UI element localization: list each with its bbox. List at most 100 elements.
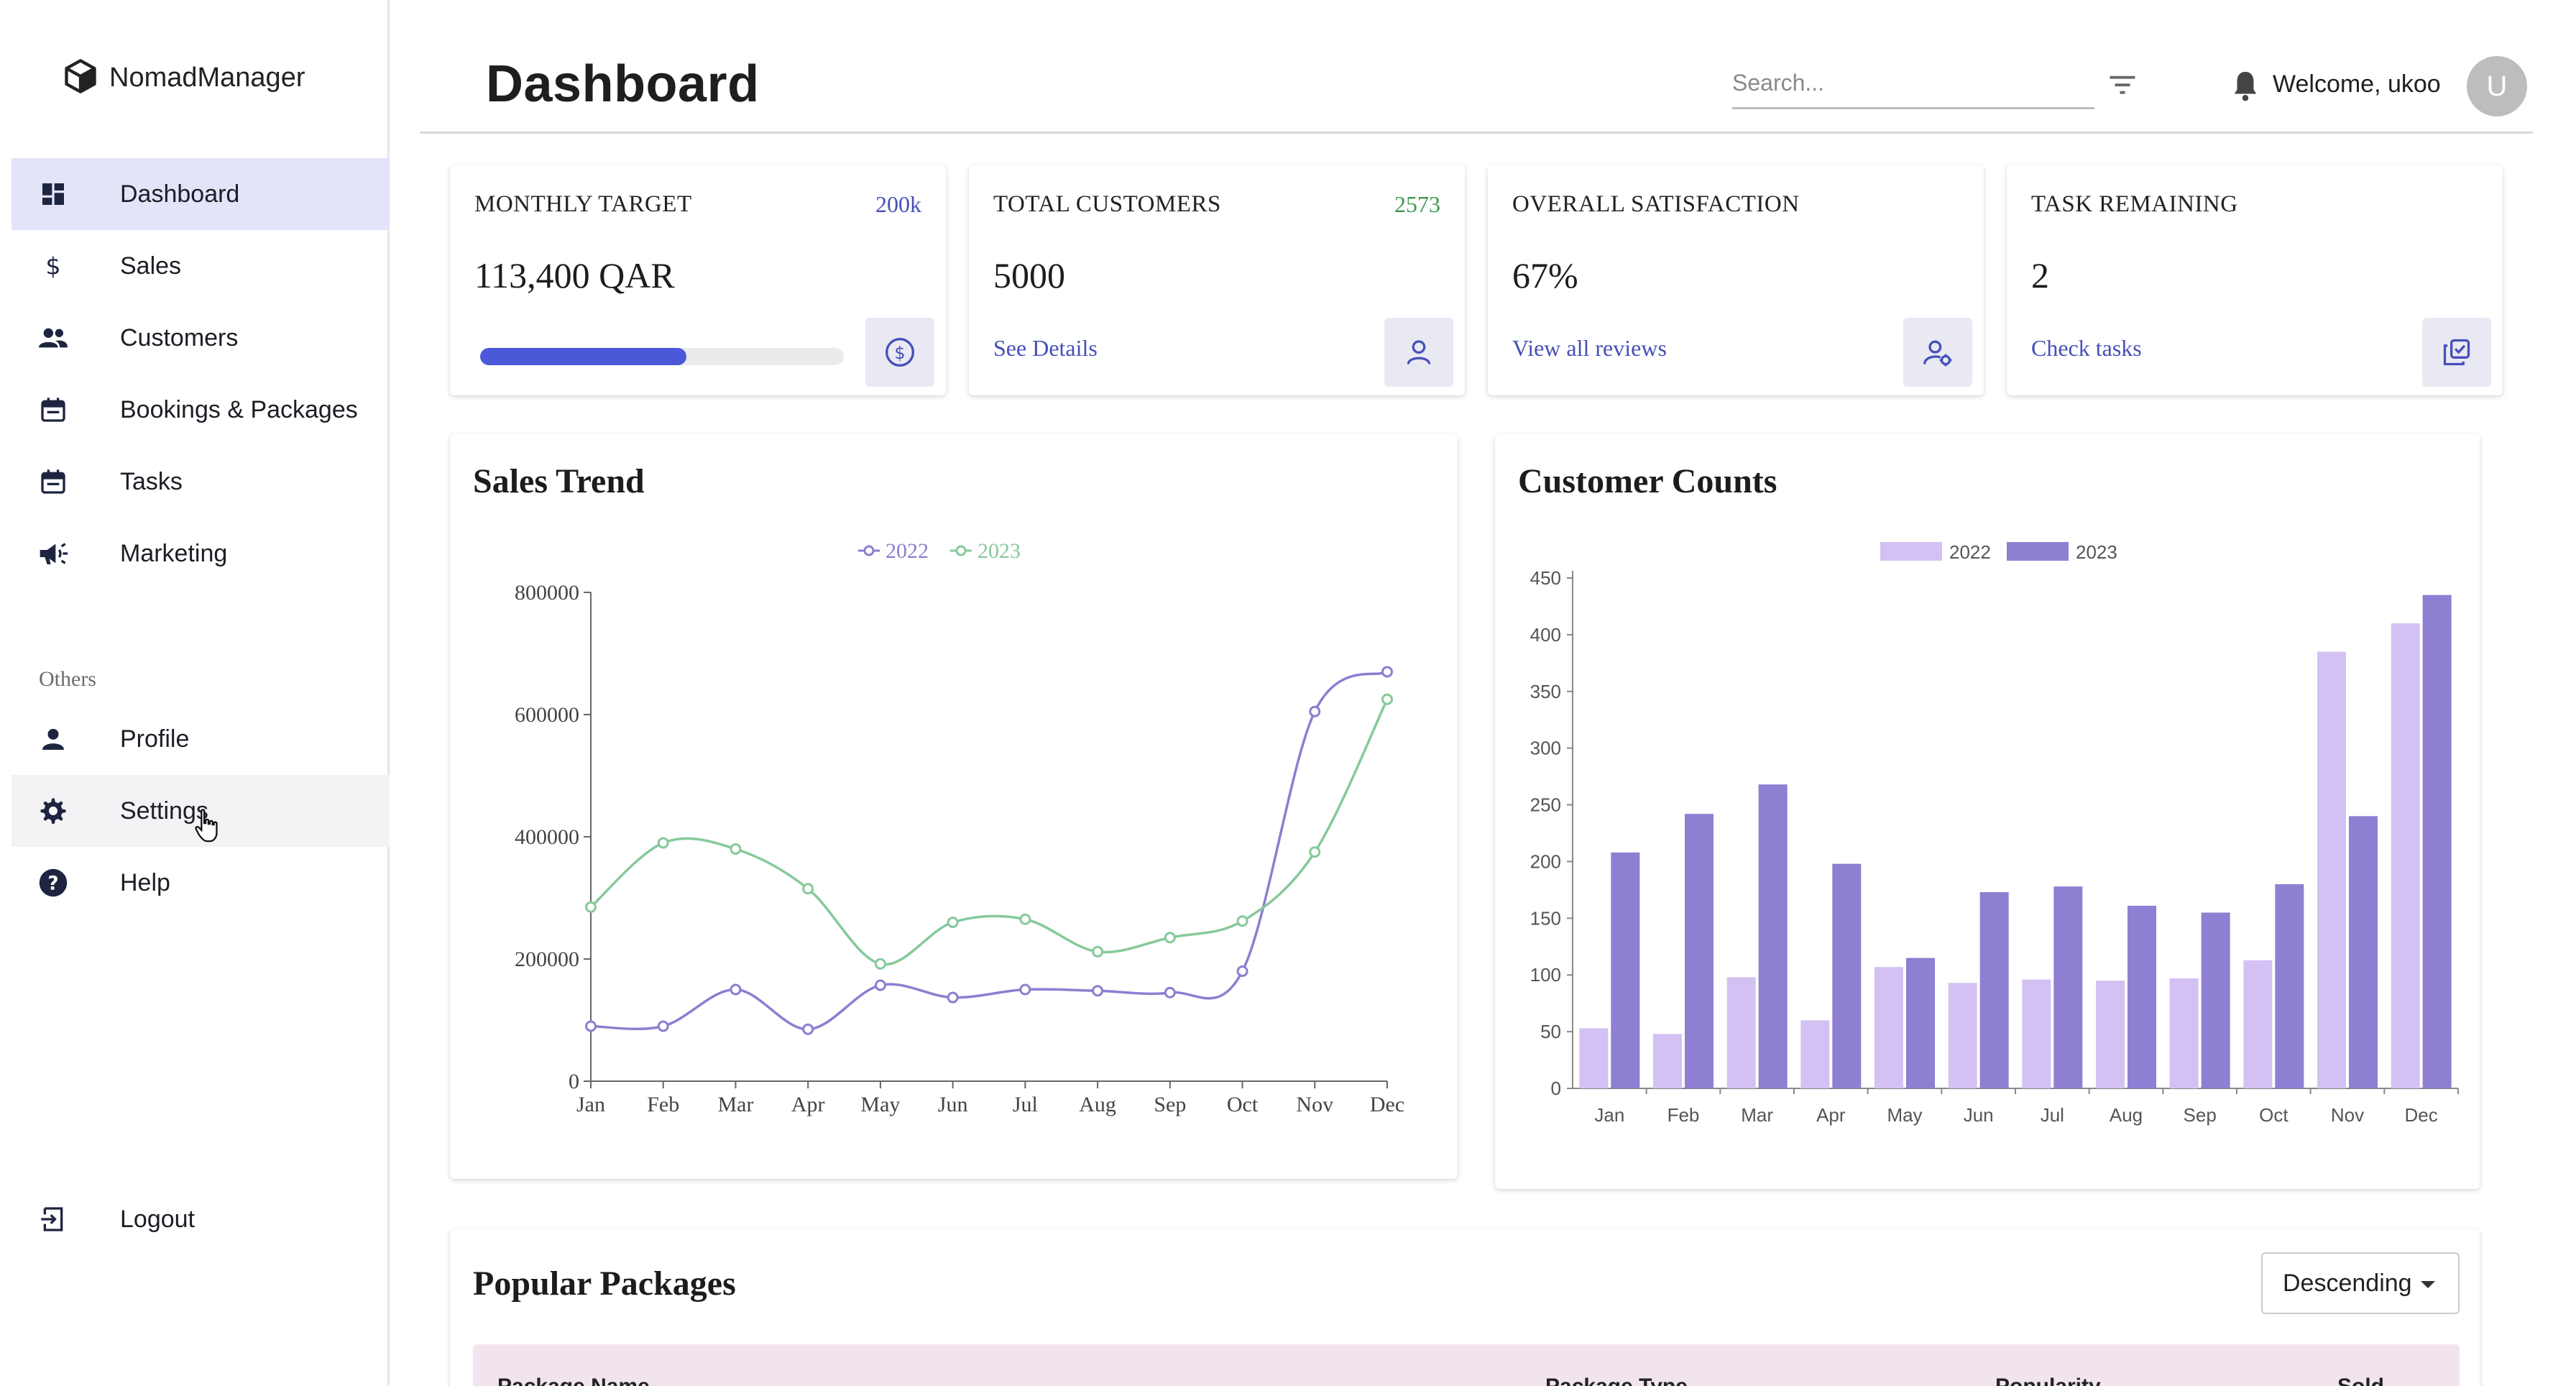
data-point-2022 — [730, 983, 742, 996]
bar-2022-Mar — [1726, 977, 1756, 1088]
sidebar-item-marketing[interactable]: Marketing — [12, 518, 390, 589]
people-icon — [37, 322, 69, 354]
legend-marker — [955, 545, 967, 556]
dashboard-icon — [37, 178, 69, 210]
avatar[interactable]: U — [2467, 56, 2527, 116]
kpi-title: TASK REMAINING — [2031, 191, 2238, 217]
series-line-2022 — [590, 670, 1388, 1031]
sales-button[interactable]: $ — [865, 318, 934, 387]
bar-2023-Feb — [1685, 814, 1714, 1088]
x-tick-label: Sep — [1154, 1093, 1186, 1116]
welcome-text: Welcome, ukoo — [2273, 70, 2441, 98]
kpi-title: OVERALL SATISFACTION — [1512, 191, 1800, 217]
packages-table-header: Package Name Package Type Popularity Sol… — [473, 1344, 2460, 1386]
legend-label: 2022 — [1949, 541, 1991, 563]
data-point-2023 — [657, 837, 669, 849]
y-tick-label: 300 — [1530, 738, 1561, 759]
bell-icon[interactable] — [2231, 69, 2260, 102]
bar-2022-Jun — [1948, 983, 1977, 1088]
data-point-2022 — [947, 991, 959, 1004]
page-title: Dashboard — [486, 55, 760, 113]
search-input[interactable] — [1732, 59, 2094, 109]
logout-icon — [37, 1203, 69, 1235]
bar-2023-Sep — [2201, 912, 2230, 1088]
sidebar-item-profile[interactable]: Profile — [12, 703, 390, 775]
sidebar-item-label: Profile — [120, 725, 190, 753]
data-point-2022 — [1019, 983, 1031, 996]
target-progress-bar — [480, 348, 844, 365]
data-point-2022 — [657, 1020, 669, 1032]
bar-2023-May — [1906, 958, 1935, 1088]
bar-2022-May — [1874, 967, 1903, 1088]
reviews-button[interactable] — [1903, 318, 1972, 387]
kpi-target-value: 200k — [875, 191, 921, 217]
bar-2022-Feb — [1653, 1034, 1682, 1088]
logout-button[interactable]: Logout — [12, 1183, 390, 1255]
sidebar-item-customers[interactable]: Customers — [12, 302, 390, 374]
bar-2022-Nov — [2317, 651, 2346, 1088]
section-label-others: Others — [39, 667, 96, 691]
y-tick-label: 150 — [1530, 907, 1561, 929]
see-details-link[interactable]: See Details — [993, 335, 1098, 362]
y-tick-label: 450 — [1530, 567, 1561, 589]
sidebar-item-label: Dashboard — [120, 180, 240, 208]
legend-label: 2023 — [978, 539, 1021, 563]
data-point-2022 — [874, 979, 886, 991]
sales-trend-chart: 0 200000 400000 600000 800000 Jan Feb Mar Apr May… — [515, 539, 1404, 1116]
view-all-reviews-link[interactable]: View all reviews — [1512, 335, 1667, 362]
brand-name: NomadManager — [109, 62, 305, 93]
x-tick-label: May — [1887, 1104, 1922, 1126]
x-tick-label: Sep — [2184, 1104, 2217, 1126]
bar-2022-Dec — [2391, 623, 2420, 1088]
data-point-2022 — [585, 1020, 597, 1032]
x-tick-label: Aug — [1079, 1093, 1116, 1116]
brand[interactable]: NomadManager — [62, 58, 305, 96]
y-tick-label: 350 — [1530, 681, 1561, 702]
x-tick-label: Jul — [1013, 1093, 1038, 1116]
legend-swatch — [2007, 542, 2069, 561]
column-header[interactable]: Sold — [2337, 1374, 2384, 1386]
data-point-2023 — [802, 883, 814, 895]
help-icon: ? — [37, 867, 69, 899]
y-tick-label: 0 — [569, 1070, 579, 1093]
x-tick-label: Dec — [2405, 1104, 2438, 1126]
x-tick-label: Jan — [576, 1093, 605, 1116]
sort-order-select[interactable]: Descending — [2261, 1252, 2460, 1314]
sidebar-item-label: Bookings & Packages — [120, 395, 358, 423]
sidebar-item-dashboard[interactable]: Dashboard — [12, 158, 390, 230]
x-tick-label: Nov — [1296, 1093, 1333, 1116]
y-tick-label: 250 — [1530, 794, 1561, 816]
x-tick-label: Dec — [1370, 1093, 1404, 1116]
bar-2022-Aug — [2096, 981, 2125, 1088]
filter-icon[interactable] — [2107, 72, 2138, 98]
column-header[interactable]: Popularity — [1995, 1374, 2101, 1386]
bar-2023-Oct — [2275, 884, 2304, 1088]
svg-text:$: $ — [45, 252, 60, 280]
customers-button[interactable] — [1384, 318, 1453, 387]
check-tasks-link[interactable]: Check tasks — [2031, 335, 2142, 362]
data-point-2023 — [1381, 693, 1393, 705]
bar-2023-Jan — [1611, 852, 1640, 1088]
sidebar-item-tasks[interactable]: Tasks — [12, 446, 390, 518]
x-tick-label: Jun — [1964, 1104, 1994, 1126]
data-point-2022 — [1381, 666, 1393, 678]
megaphone-icon — [37, 538, 69, 569]
tasks-button[interactable] — [2422, 318, 2491, 387]
sidebar-item-sales[interactable]: $ Sales — [12, 230, 390, 302]
kpi-card-total-customers: TOTAL CUSTOMERS 2573 5000 See Details — [969, 165, 1465, 395]
dollar-circle-icon: $ — [886, 338, 914, 367]
kpi-value: 113,400 QAR — [474, 255, 675, 295]
kpi-side-value: 2573 — [1394, 191, 1440, 217]
x-tick-label: Apr — [791, 1093, 825, 1116]
tasks-copy-icon — [2443, 339, 2470, 366]
sidebar-item-help[interactable]: ? Help — [12, 847, 390, 919]
popular-packages-card: Popular Packages Descending Package Name… — [450, 1229, 2480, 1386]
column-header[interactable]: Package Type — [1545, 1374, 1688, 1386]
sidebar-item-label: Customers — [120, 323, 239, 352]
legend-label: 2023 — [2076, 541, 2117, 563]
column-header[interactable]: Package Name — [497, 1374, 650, 1386]
y-tick-label: 50 — [1540, 1021, 1561, 1042]
calendar-icon — [37, 394, 69, 426]
sidebar-item-bookings[interactable]: Bookings & Packages — [12, 374, 390, 446]
bar-2023-Dec — [2422, 595, 2452, 1088]
